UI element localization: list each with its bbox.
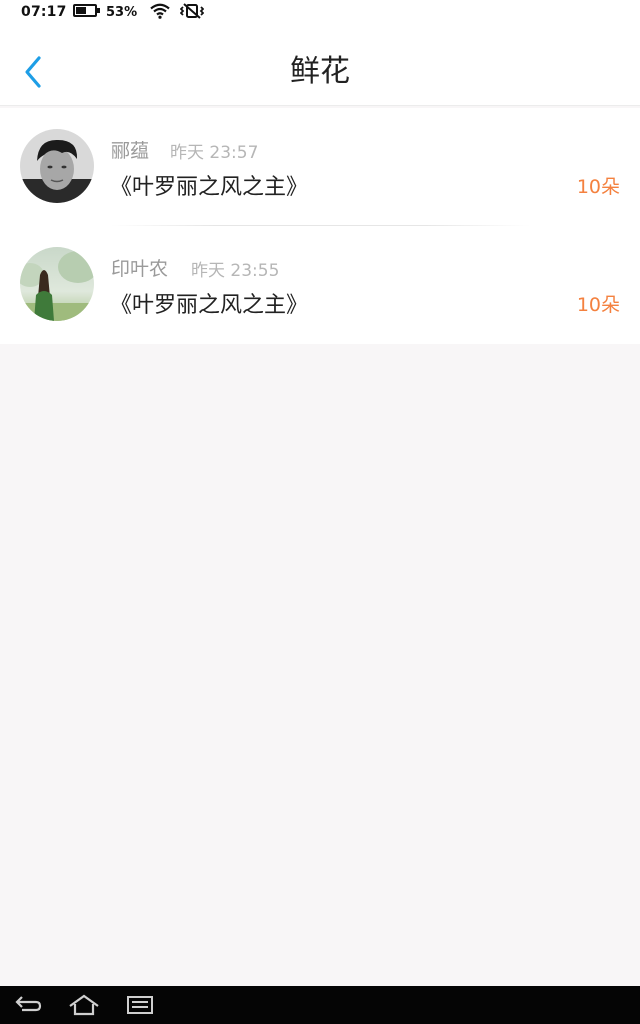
flower-count: 10朵 (576, 176, 620, 198)
flower-list: 郦蕴 昨天 23:57 《叶罗丽之风之主》 10朵 印叶农 昨天 23:55 《… (0, 108, 640, 344)
user-name: 印叶农 (111, 258, 169, 280)
user-name: 郦蕴 (111, 140, 150, 162)
status-time: 07:17 (21, 4, 67, 20)
list-item[interactable]: 印叶农 昨天 23:55 《叶罗丽之风之主》 10朵 (0, 226, 640, 344)
avatar (20, 247, 94, 321)
battery-icon (73, 4, 100, 17)
wifi-icon (150, 3, 170, 19)
flowers-screen: 07:17 53% 鲜花 郦蕴 昨天 23:57 《叶罗丽之风之主》 10朵 印… (0, 0, 640, 1024)
back-icon (15, 996, 42, 1012)
flower-count: 10朵 (576, 294, 620, 316)
battery-percent: 53% (106, 5, 138, 20)
list-item[interactable]: 郦蕴 昨天 23:57 《叶罗丽之风之主》 10朵 (0, 108, 640, 226)
nav-back-button[interactable] (14, 994, 42, 1016)
menu-icon (127, 996, 153, 1014)
avatar (20, 129, 94, 203)
page-title: 鲜花 (290, 54, 350, 89)
vibrate-mute-icon (179, 3, 205, 19)
nav-menu-button[interactable] (126, 994, 154, 1016)
home-icon (69, 994, 99, 1016)
book-title: 《叶罗丽之风之主》 (110, 175, 309, 200)
system-nav-bar (0, 986, 640, 1024)
item-time: 昨天 23:57 (170, 143, 259, 163)
status-bar: 07:17 53% (0, 0, 640, 26)
nav-home-button[interactable] (68, 994, 100, 1016)
book-title: 《叶罗丽之风之主》 (110, 293, 309, 318)
header-bar: 鲜花 (0, 26, 640, 106)
item-time: 昨天 23:55 (191, 261, 280, 281)
